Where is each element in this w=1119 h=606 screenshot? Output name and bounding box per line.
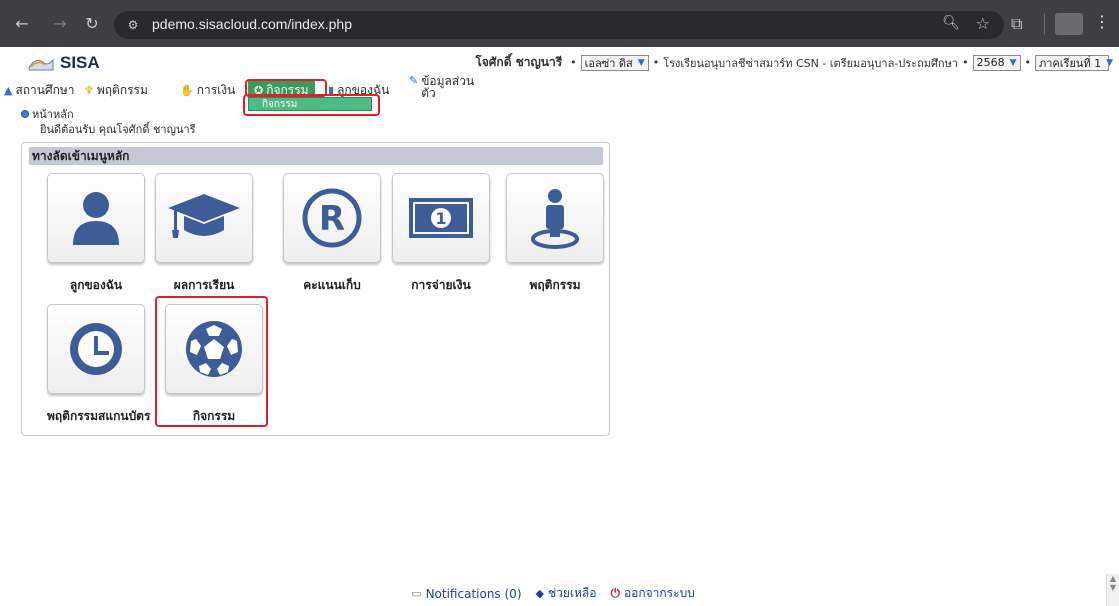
chat-icon: ▭: [411, 587, 422, 600]
logout-link[interactable]: ⏻ ออกจากระบบ: [610, 584, 694, 603]
tile-button[interactable]: [155, 173, 253, 263]
toolbar-divider: [1044, 14, 1045, 34]
banknote-icon: 1: [409, 198, 473, 238]
zoom-icon[interactable]: 🔍︎: [942, 15, 960, 31]
bookmark-star-icon[interactable]: ☆: [976, 14, 990, 33]
svg-text:1: 1: [435, 209, 446, 228]
chevron-down-icon: ▼: [1106, 57, 1114, 68]
behavior-icon: ♆: [84, 84, 94, 97]
tile-button[interactable]: R: [283, 173, 381, 263]
tile-label: พฤติกรรม: [529, 278, 581, 292]
tile-behavior[interactable]: พฤติกรรม: [506, 173, 604, 295]
highlight-box: [243, 94, 380, 116]
home-bullet-icon: [21, 110, 29, 118]
menu-item-behavior[interactable]: ♆ พฤติกรรม: [84, 81, 148, 100]
school-icon: ▲: [4, 84, 13, 97]
browser-toolbar: ← → ↻ ⚙ pdemo.sisacloud.com/index.php 🔍︎…: [0, 0, 1119, 47]
tile-label: ลูกของฉัน: [69, 278, 123, 292]
money-icon: ✋: [180, 84, 194, 97]
sisa-logo-icon: [28, 58, 54, 71]
tile-button[interactable]: 1: [392, 173, 490, 263]
person-pin-icon: [531, 189, 579, 249]
back-icon[interactable]: ←: [12, 14, 32, 34]
tile-grades[interactable]: ผลการเรียน: [155, 173, 253, 295]
url-text[interactable]: pdemo.sisacloud.com/index.php: [152, 16, 352, 32]
tile-label: พฤติกรรมสแกนบัตร: [47, 409, 151, 423]
registered-icon: R: [302, 188, 362, 248]
menu-item-profile[interactable]: ✎ ข้อมูลส่วนตัว: [409, 74, 477, 100]
child-select[interactable]: เอลซ่า ดิส ▼: [580, 54, 649, 71]
diamond-icon: ◆: [535, 587, 544, 600]
app-logo[interactable]: SISA: [28, 52, 100, 74]
tile-label: คะแนนเก็บ: [303, 278, 361, 292]
tile-label: การจ่ายเงิน: [411, 278, 471, 292]
tile-button[interactable]: [47, 173, 145, 263]
tile-scan-behavior[interactable]: พฤติกรรมสแกนบัตร: [47, 304, 151, 426]
help-link[interactable]: ◆ ช่วยเหลือ: [536, 584, 597, 603]
svg-text:R: R: [319, 199, 345, 239]
page-content: SISA โจศักดิ์ ชาญนารี • เอลซ่า ดิส ▼ • โร…: [0, 47, 1119, 606]
clock-icon: [70, 323, 122, 375]
highlight-box: [155, 296, 268, 427]
user-name: โจศักดิ์ ชาญนารี: [475, 55, 563, 69]
term-select[interactable]: ภาคเรียนที่ 1 ▼: [1035, 54, 1113, 71]
profile-avatar[interactable]: [1055, 13, 1083, 35]
chevron-down-icon: ▼: [1009, 57, 1017, 68]
tile-scores[interactable]: R คะแนนเก็บ: [283, 173, 381, 295]
profile-icon: ✎: [409, 74, 419, 87]
person-icon: [73, 192, 119, 245]
user-bar: โจศักดิ์ ชาญนารี • เอลซ่า ดิส ▼ • โรงเรีย…: [475, 53, 1113, 72]
extensions-icon[interactable]: ⧉: [1011, 14, 1022, 34]
welcome-text: ยินดีต้อนรับ คุณโจศักดิ์ ชาญนารี: [40, 123, 196, 136]
tile-label: ผลการเรียน: [173, 278, 235, 292]
menu-item-finance[interactable]: ✋ การเงิน: [180, 81, 235, 100]
tile-my-child[interactable]: ลูกของฉัน: [47, 173, 145, 295]
graduation-cap-icon: [168, 194, 240, 238]
shortcut-panel: ทางลัดเข้าเมนูหลัก ลูกของฉัน ผลการเรียน: [21, 142, 610, 436]
app-name: SISA: [60, 53, 100, 72]
forward-icon[interactable]: →: [50, 14, 70, 34]
main-menu: ▲ สถานศึกษา ♆ พฤติกรรม ✋ การเงิน ✪ กิจกรรม ▮…: [0, 75, 1119, 101]
scrollbar[interactable]: ▲ ▼: [1106, 574, 1119, 606]
power-icon: ⏻: [610, 586, 620, 600]
site-info-icon[interactable]: ⚙: [122, 15, 144, 35]
panel-title: ทางลัดเข้าเมนูหลัก: [29, 147, 603, 165]
school-name: โรงเรียนอนุบาลชีซ่าสมาร์ท CSN - เตรียมอน…: [663, 56, 959, 70]
address-bar[interactable]: ⚙ pdemo.sisacloud.com/index.php 🔍︎ ☆: [114, 11, 1004, 39]
year-select[interactable]: 2568 ▼: [972, 54, 1021, 71]
chevron-down-icon: ▼: [637, 57, 645, 68]
tile-payment[interactable]: 1 การจ่ายเงิน: [392, 173, 490, 295]
notifications-link[interactable]: ▭ Notifications (0): [411, 587, 521, 601]
more-icon[interactable]: ⋮: [1094, 12, 1110, 31]
reload-icon[interactable]: ↻: [82, 14, 102, 34]
tile-button[interactable]: [506, 173, 604, 263]
tile-button[interactable]: [47, 304, 145, 394]
footer-bar: ▭ Notifications (0) ◆ ช่วยเหลือ ⏻ ออกจากระบ…: [0, 581, 1106, 606]
menu-item-school[interactable]: ▲ สถานศึกษา: [4, 81, 75, 100]
